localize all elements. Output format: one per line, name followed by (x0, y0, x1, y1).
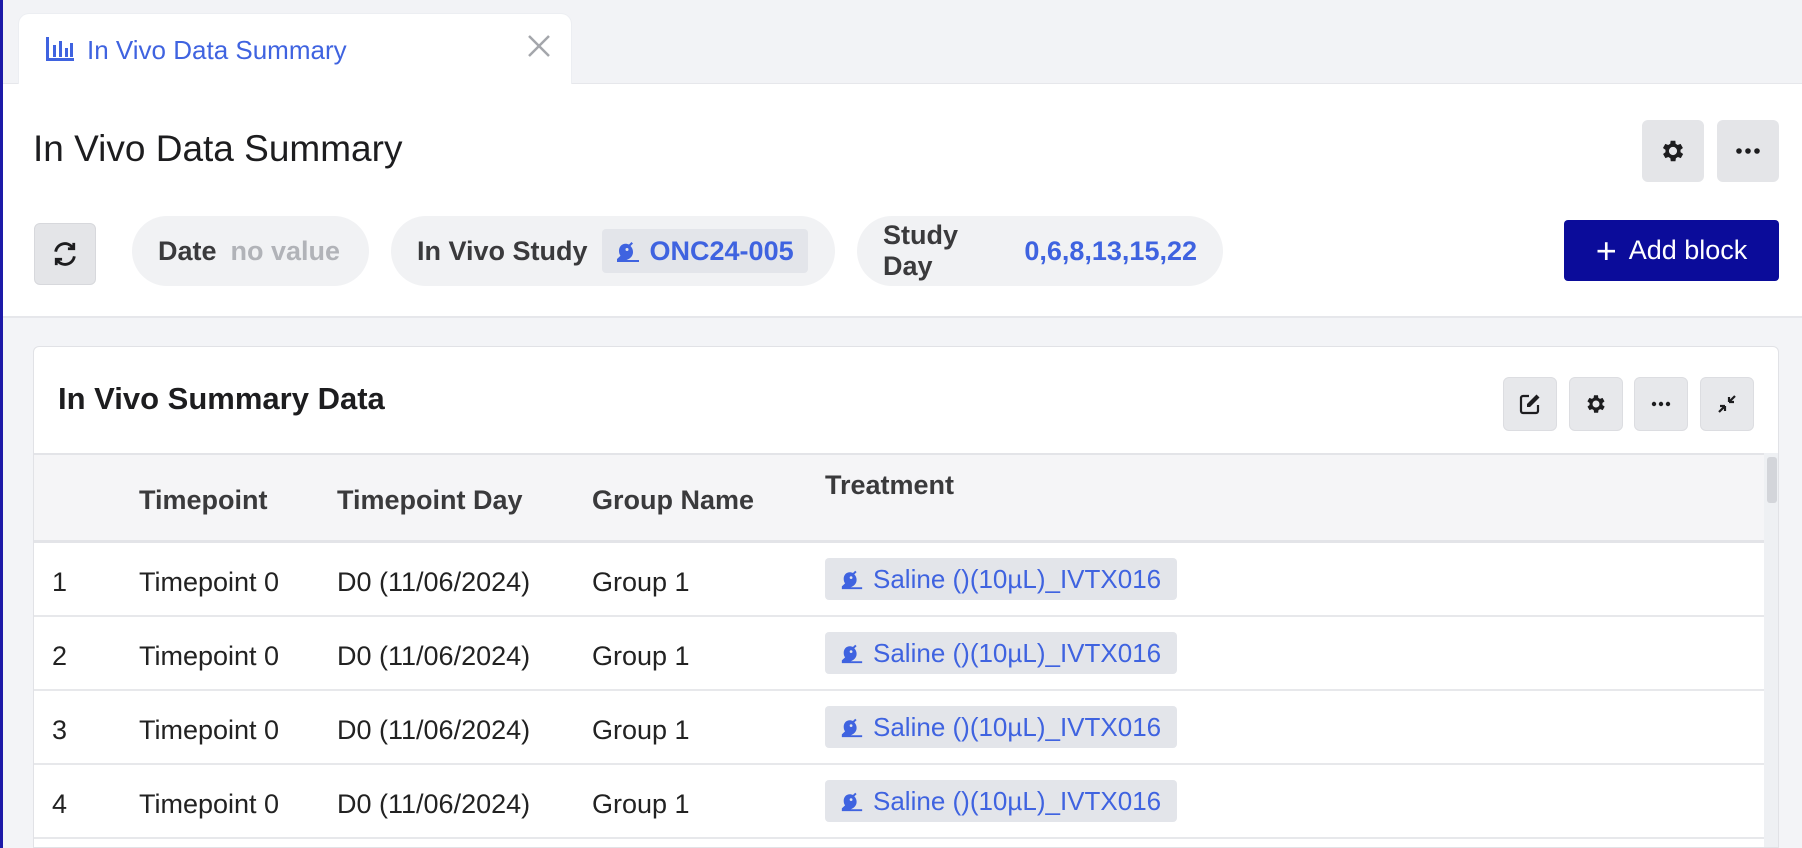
timepoint-day-cell: D0 (11/06/2024) (337, 641, 531, 671)
collapse-block-button[interactable] (1700, 377, 1754, 431)
group-name-cell: Group 1 (592, 715, 690, 745)
tab-bar: In Vivo Data Summary (3, 0, 1802, 84)
mouse-icon (841, 570, 863, 590)
date-filter[interactable]: Date no value (132, 216, 369, 286)
table-row[interactable]: 3 Timepoint 0 D0 (11/06/2024) Group 1 Sa… (34, 691, 1764, 765)
timepoint-cell: Timepoint 0 (139, 567, 280, 597)
edit-icon (1519, 394, 1540, 415)
timepoint-cell: Timepoint 0 (139, 641, 280, 671)
treatment-cell: Saline ()(10µL)_IVTX016 (825, 780, 1178, 822)
timepoint-day-cell: D0 (11/06/2024) (337, 567, 531, 597)
collapse-icon (1718, 395, 1736, 413)
add-block-label: Add block (1628, 235, 1748, 265)
mouse-icon (841, 718, 863, 738)
treatment-chip[interactable]: Saline ()(10µL)_IVTX016 (825, 558, 1178, 600)
column-header-group-name[interactable]: Group Name (592, 485, 754, 516)
gear-icon (1662, 140, 1684, 162)
row-index: 4 (52, 789, 68, 819)
timepoint-cell: Timepoint 0 (139, 789, 280, 819)
table-scrollbar-thumb[interactable] (1767, 457, 1777, 503)
refresh-button[interactable] (34, 223, 96, 285)
add-block-button[interactable]: + Add block (1564, 220, 1779, 281)
more-horizontal-icon (1651, 401, 1671, 407)
treatment-chip-label: Saline ()(10µL)_IVTX016 (873, 711, 1162, 742)
bar-chart-icon (46, 37, 74, 61)
table-row[interactable]: 1 Timepoint 0 D0 (11/06/2024) Group 1 Sa… (34, 543, 1764, 617)
block-settings-button[interactable] (1569, 377, 1623, 431)
summary-table: Timepoint Timepoint Day Group Name Treat… (34, 453, 1764, 839)
study-day-filter[interactable]: Study Day 0,6,8,13,15,22 (857, 216, 1223, 286)
treatment-cell: Saline ()(10µL)_IVTX016 (825, 632, 1178, 674)
in-vivo-study-filter[interactable]: In Vivo Study ONC24-005 (391, 216, 835, 286)
group-name-cell: Group 1 (592, 789, 690, 819)
study-day-filter-label: Study Day (883, 220, 959, 281)
treatment-chip[interactable]: Saline ()(10µL)_IVTX016 (825, 632, 1178, 674)
page-title: In Vivo Data Summary (33, 128, 403, 169)
treatment-chip[interactable]: Saline ()(10µL)_IVTX016 (825, 706, 1178, 748)
column-header-timepoint[interactable]: Timepoint (139, 485, 268, 516)
treatment-chip-label: Saline ()(10µL)_IVTX016 (873, 563, 1162, 594)
table-scrollbar[interactable] (1764, 453, 1778, 847)
treatment-cell: Saline ()(10µL)_IVTX016 (825, 706, 1178, 748)
gear-icon (1587, 395, 1605, 413)
study-chip[interactable]: ONC24-005 (601, 229, 808, 273)
column-header-treatment[interactable]: Treatment (825, 470, 954, 501)
page-header: In Vivo Data Summary Date no value In Vi… (3, 84, 1802, 318)
treatment-cell: Saline ()(10µL)_IVTX016 (825, 558, 1178, 600)
group-name-cell: Group 1 (592, 567, 690, 597)
group-name-cell: Group 1 (592, 641, 690, 671)
page-more-button[interactable] (1717, 120, 1779, 182)
mouse-icon (616, 242, 639, 262)
timepoint-cell: Timepoint 0 (139, 715, 280, 745)
study-day-filter-value: 0,6,8,13,15,22 (1024, 235, 1197, 266)
column-header-timepoint-day[interactable]: Timepoint Day (337, 485, 523, 516)
card-title: In Vivo Summary Data (58, 381, 385, 416)
close-icon[interactable] (521, 28, 557, 64)
date-filter-label: Date (158, 235, 217, 266)
refresh-icon (54, 242, 76, 266)
summary-data-card: In Vivo Summary Data Timepoint Timepoint… (33, 346, 1779, 848)
plus-icon: + (1595, 229, 1617, 271)
row-index: 1 (52, 567, 68, 597)
in-vivo-study-filter-label: In Vivo Study (417, 235, 588, 266)
row-index: 2 (52, 641, 68, 671)
timepoint-day-cell: D0 (11/06/2024) (337, 789, 531, 819)
tab-in-vivo-data-summary[interactable]: In Vivo Data Summary (19, 14, 571, 84)
more-horizontal-icon (1736, 148, 1760, 154)
timepoint-day-cell: D0 (11/06/2024) (337, 715, 531, 745)
mouse-icon (841, 644, 863, 664)
mouse-icon (841, 792, 863, 812)
page-settings-button[interactable] (1642, 120, 1704, 182)
treatment-chip-label: Saline ()(10µL)_IVTX016 (873, 637, 1162, 668)
study-chip-label: ONC24-005 (649, 235, 794, 266)
table-row[interactable]: 4 Timepoint 0 D0 (11/06/2024) Group 1 Sa… (34, 765, 1764, 839)
block-more-button[interactable] (1634, 377, 1688, 431)
table-header: Timepoint Timepoint Day Group Name Treat… (34, 453, 1764, 543)
date-filter-value: no value (230, 235, 341, 266)
row-index: 3 (52, 715, 68, 745)
treatment-chip-label: Saline ()(10µL)_IVTX016 (873, 785, 1162, 816)
treatment-chip[interactable]: Saline ()(10µL)_IVTX016 (825, 780, 1178, 822)
table-row[interactable]: 2 Timepoint 0 D0 (11/06/2024) Group 1 Sa… (34, 617, 1764, 691)
edit-block-button[interactable] (1503, 377, 1557, 431)
tab-label: In Vivo Data Summary (87, 35, 347, 65)
